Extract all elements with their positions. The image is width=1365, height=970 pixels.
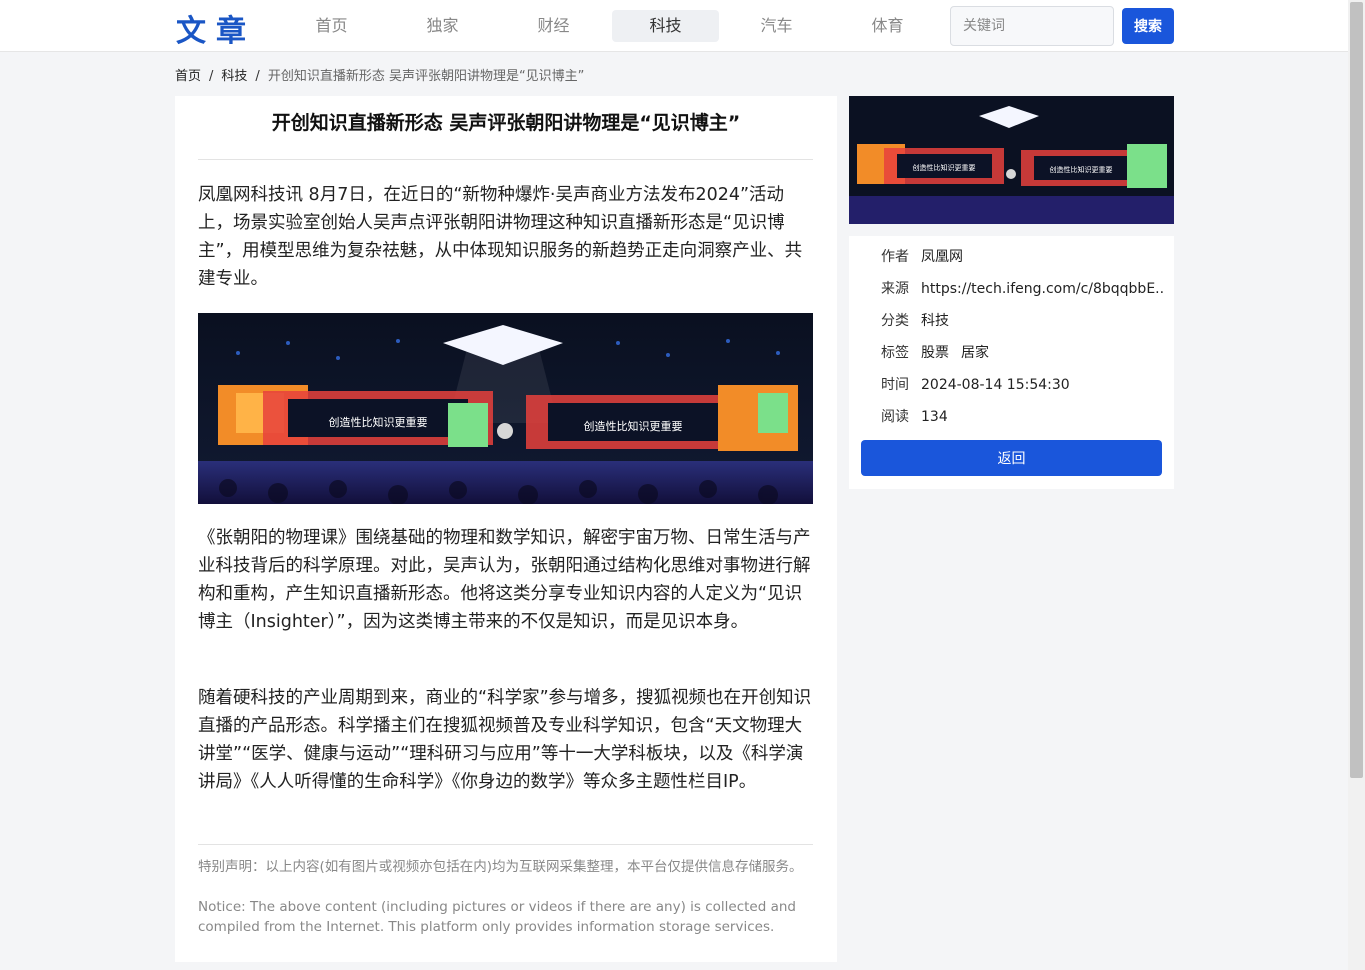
nav-item-auto[interactable]: 汽车 [723,10,830,42]
stage-screen-text: 创造性比知识更重要 [1050,165,1113,174]
views-label: 阅读 [881,409,909,425]
breadcrumb-separator: / [209,69,214,84]
notice-cn: 特别声明：以上内容(如有图片或视频亦包括在内)均为互联网采集整理，本平台仅提供信… [198,859,803,875]
search-input[interactable] [950,6,1114,46]
top-nav-bar: 文章 首页 独家 财经 科技 汽车 体育 搜索 [0,0,1348,52]
article-paragraph: 随着硬科技的产业周期到来，商业的“科学家”参与增多，搜狐视频也在开创知识直播的产… [198,688,812,792]
nav-item-exclusive[interactable]: 独家 [389,10,496,42]
tags-label: 标签 [881,345,909,361]
time-value: 2024-08-14 15:54:30 [921,377,1070,393]
breadcrumb: 首页 / 科技 / 开创知识直播新形态 吴声评张朝阳讲物理是“见识博主” [175,65,584,84]
info-category-row: 分类 科技 [881,310,1164,332]
stage-screen-text: 创造性比知识更重要 [329,415,428,429]
article-paragraph: 《张朝阳的物理课》围绕基础的物理和数学知识，解密宇宙万物、日常生活与产业科技背后… [198,528,811,632]
article-card: 开创知识直播新形态 吴声评张朝阳讲物理是“见识博主” 凤凰网科技讯 8月7日，在… [175,96,837,962]
tag-link[interactable]: 居家 [961,345,989,361]
category-label: 分类 [881,313,909,329]
notice-en: Notice: The above content (including pic… [198,899,796,935]
author-value: 凤凰网 [921,249,963,265]
notice-divider [198,844,813,845]
tag-link[interactable]: 股票 [921,345,949,361]
sidebar-image: 创造性比知识更重要 创造性比知识更重要 [849,96,1174,224]
scrollbar-thumb[interactable] [1350,2,1363,778]
article-info-card: 作者 凤凰网 来源 https://tech.ifeng.com/c/8bqqbbE… [849,236,1174,489]
breadcrumb-category[interactable]: 科技 [221,69,247,84]
nav-item-tech[interactable]: 科技 [612,10,719,42]
category-link[interactable]: 科技 [921,313,949,329]
info-author-row: 作者 凤凰网 [881,246,1164,268]
site-logo[interactable]: 文章 [176,6,256,50]
info-time-row: 时间 2024-08-14 15:54:30 [881,374,1164,396]
breadcrumb-separator: / [255,69,260,84]
article-image: 创造性比知识更重要 创造性比知识更重要 [198,313,813,504]
nav-item-sports[interactable]: 体育 [834,10,941,42]
page-scrollbar[interactable] [1348,0,1365,970]
info-tags-row: 标签 股票 居家 [881,342,1164,364]
source-label: 来源 [881,281,909,297]
nav-item-finance[interactable]: 财经 [500,10,607,42]
views-value: 134 [921,409,948,425]
info-source-row: 来源 https://tech.ifeng.com/c/8bqqbbE... [881,278,1164,300]
stage-screen-text: 创造性比知识更重要 [913,163,976,172]
source-link[interactable]: https://tech.ifeng.com/c/8bqqbbE... [921,281,1164,297]
time-label: 时间 [881,377,909,393]
author-label: 作者 [881,249,909,265]
info-views-row: 阅读 134 [881,406,1164,428]
nav-item-home[interactable]: 首页 [278,10,385,42]
breadcrumb-current: 开创知识直播新形态 吴声评张朝阳讲物理是“见识博主” [267,69,585,84]
article-title: 开创知识直播新形态 吴声评张朝阳讲物理是“见识博主” [271,112,741,134]
article-paragraph: 凤凰网科技讯 8月7日，在近日的“新物种爆炸·吴声商业方法发布2024”活动上，… [198,185,803,289]
breadcrumb-home[interactable]: 首页 [175,69,201,84]
stage-screen-text: 创造性比知识更重要 [584,419,683,433]
search-button[interactable]: 搜索 [1122,8,1174,44]
title-divider [198,159,813,160]
back-button[interactable]: 返回 [861,440,1162,476]
